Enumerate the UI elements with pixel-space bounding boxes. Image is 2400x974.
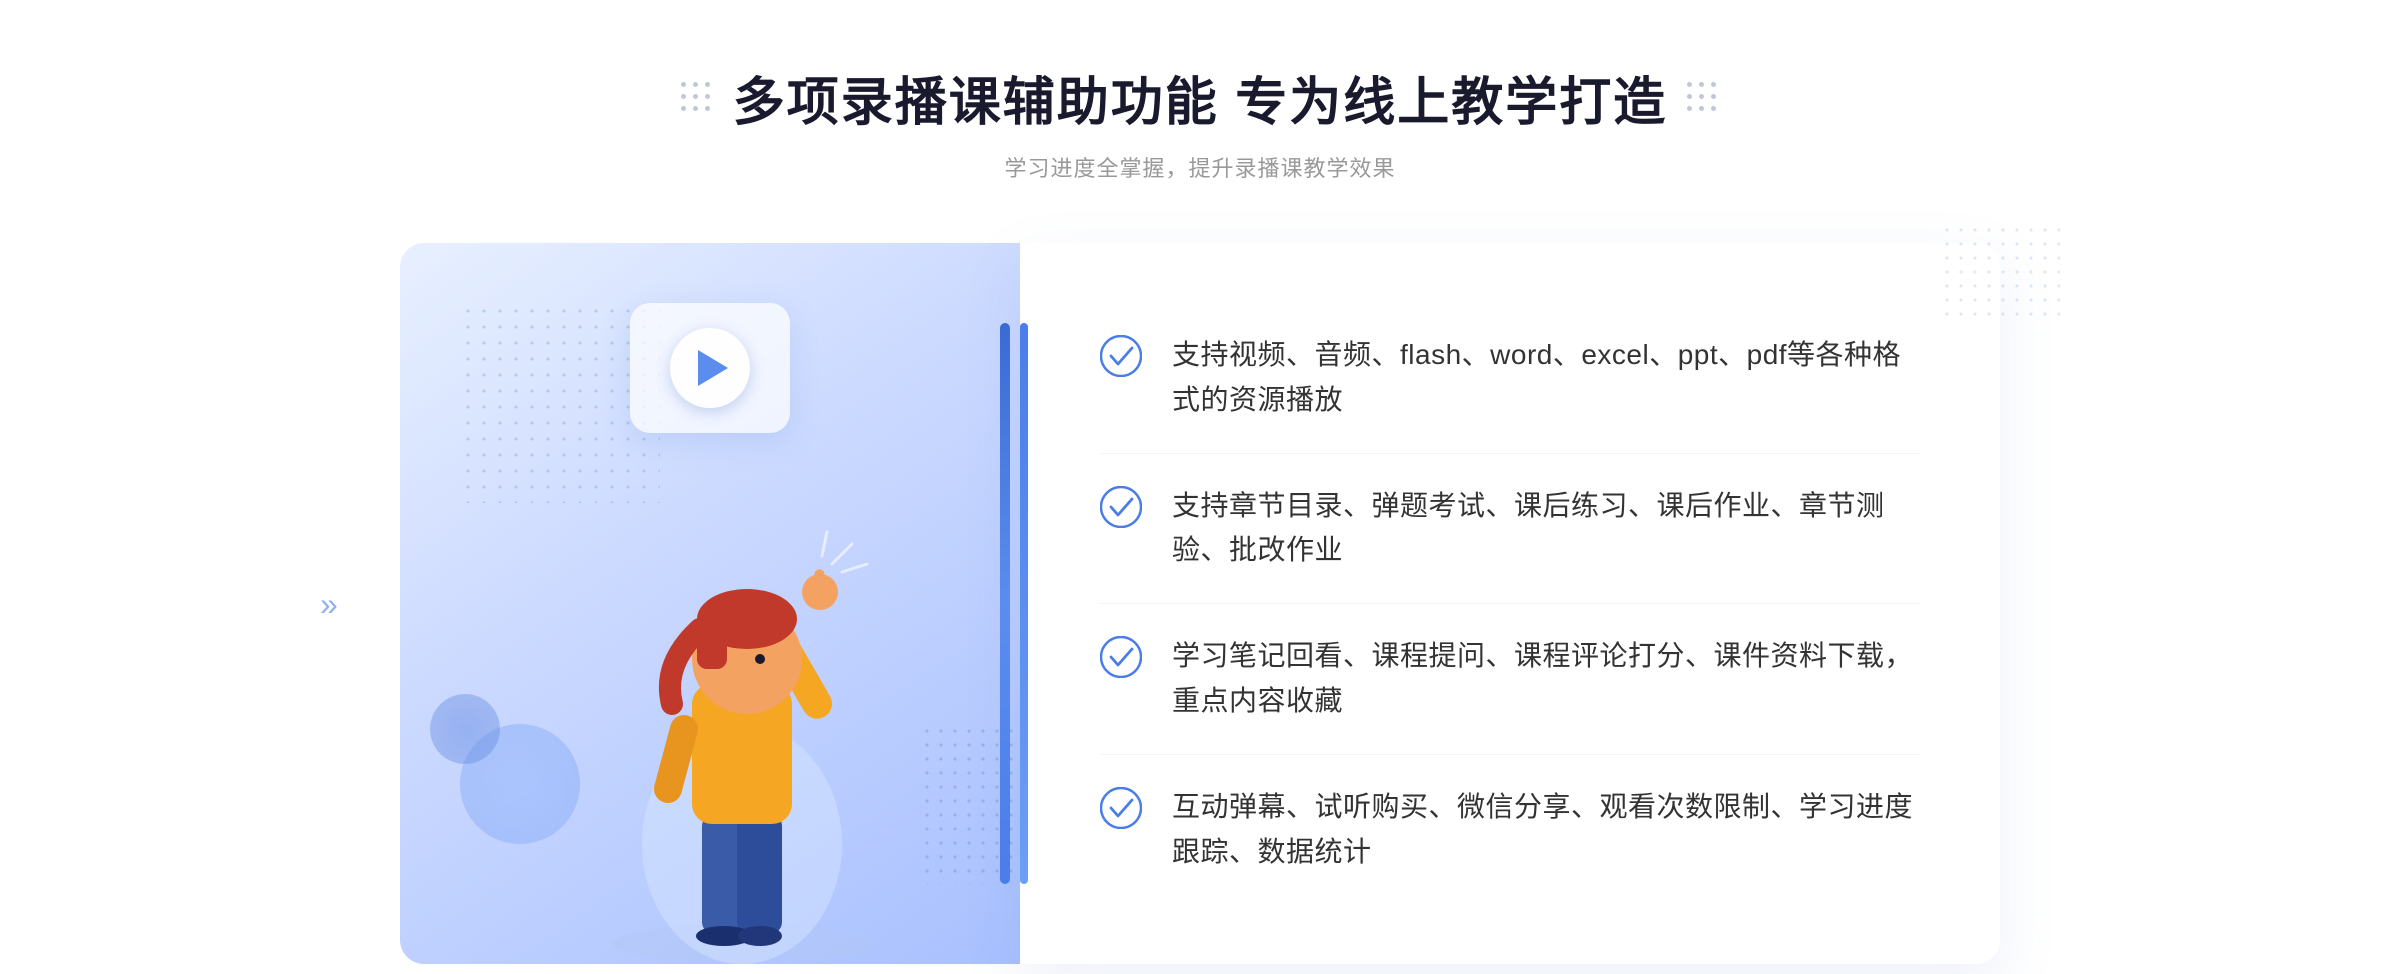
- main-title: 多项录播课辅助功能 专为线上教学打造: [733, 60, 1667, 135]
- subtitle: 学习进度全掌握，提升录播课教学效果: [1004, 151, 1395, 183]
- left-arrows: »: [320, 588, 338, 620]
- bg-dots-right: [1940, 223, 2060, 323]
- feature-text-4: 互动弹幕、试听购买、微信分享、观看次数限制、学习进度跟踪、数据统计: [1172, 785, 1920, 875]
- check-icon-4: [1100, 787, 1142, 829]
- feature-text-2: 支持章节目录、弹题考试、课后练习、课后作业、章节测验、批改作业: [1172, 484, 1920, 574]
- video-bubble: [630, 303, 790, 433]
- check-icon-2: [1100, 486, 1142, 528]
- feature-item-2: 支持章节目录、弹题考试、课后练习、课后作业、章节测验、批改作业: [1100, 454, 1920, 605]
- feature-item-4: 互动弹幕、试听购买、微信分享、观看次数限制、学习进度跟踪、数据统计: [1100, 755, 1920, 905]
- feature-item-3: 学习笔记回看、课程提问、课程评论打分、课件资料下载，重点内容收藏: [1100, 604, 1920, 755]
- check-icon-3: [1100, 636, 1142, 678]
- feature-text-3: 学习笔记回看、课程提问、课程评论打分、课件资料下载，重点内容收藏: [1172, 634, 1920, 724]
- deco-circle-2: [430, 694, 500, 764]
- figure-illustration: [582, 464, 902, 964]
- play-button: [670, 328, 750, 408]
- header-section: 多项录播课辅助功能 专为线上教学打造 学习进度全掌握，提升录播课教学效果: [0, 60, 2400, 183]
- title-row: 多项录播课辅助功能 专为线上教学打造: [681, 60, 1719, 135]
- accent-bar: [1000, 323, 1010, 884]
- page-container: 多项录播课辅助功能 专为线上教学打造 学习进度全掌握，提升录播课教学效果: [0, 0, 2400, 974]
- title-dots-left: [681, 82, 713, 114]
- title-dots-right: [1687, 82, 1719, 114]
- check-icon-1: [1100, 335, 1142, 377]
- chevron-icon: »: [320, 588, 338, 620]
- feature-item-1: 支持视频、音频、flash、word、excel、ppt、pdf等各种格式的资源…: [1100, 303, 1920, 454]
- blue-stripe: [1020, 323, 1028, 884]
- content-area: » 支持视频、音频、flash、word、excel、ppt、pdf等各种格式的…: [400, 243, 2000, 964]
- features-panel: 支持视频、音频、flash、word、excel、ppt、pdf等各种格式的资源…: [1020, 243, 2000, 964]
- feature-text-1: 支持视频、音频、flash、word、excel、ppt、pdf等各种格式的资源…: [1172, 333, 1920, 423]
- illustration-panel: »: [400, 243, 1020, 964]
- play-icon: [698, 350, 728, 386]
